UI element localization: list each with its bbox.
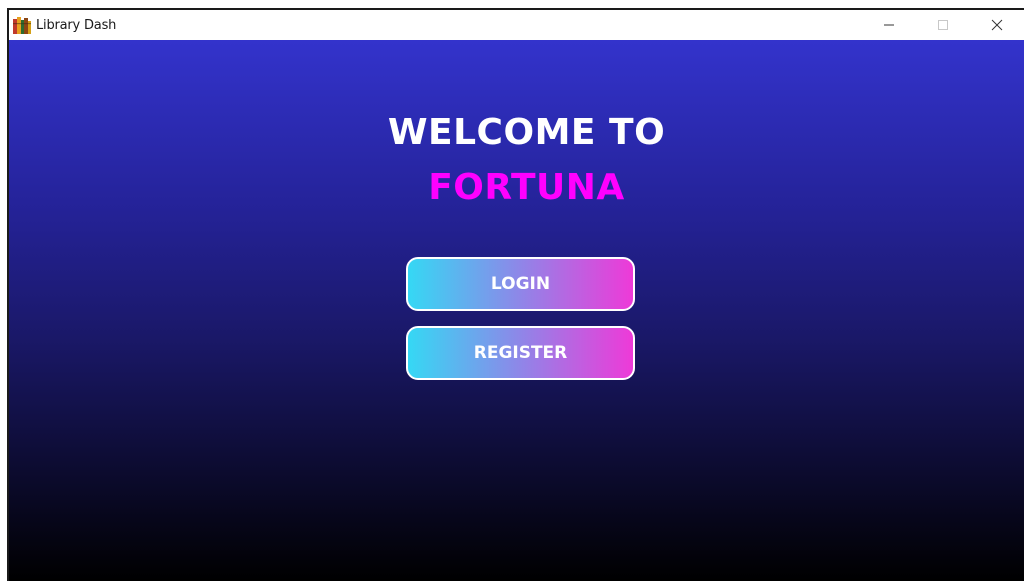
maximize-button[interactable] <box>916 10 970 40</box>
welcome-heading: WELCOME TO <box>387 112 666 153</box>
minimize-button[interactable] <box>862 10 916 40</box>
close-icon <box>991 19 1003 31</box>
app-window: Library Dash WELCOME TO FORTUNA LOGIN RE… <box>7 8 1024 581</box>
books-icon <box>13 16 31 34</box>
welcome-screen: WELCOME TO FORTUNA LOGIN REGISTER <box>9 40 1024 581</box>
login-button[interactable]: LOGIN <box>406 257 635 311</box>
register-button[interactable]: REGISTER <box>406 326 635 380</box>
login-button-label: LOGIN <box>490 274 551 294</box>
app-name-heading: FORTUNA <box>428 167 625 208</box>
window-controls <box>862 10 1024 40</box>
window-title: Library Dash <box>36 17 117 33</box>
close-button[interactable] <box>970 10 1024 40</box>
title-bar[interactable]: Library Dash <box>9 10 1024 40</box>
maximize-icon <box>938 20 948 30</box>
register-button-label: REGISTER <box>473 343 568 363</box>
minimize-icon <box>884 24 894 26</box>
